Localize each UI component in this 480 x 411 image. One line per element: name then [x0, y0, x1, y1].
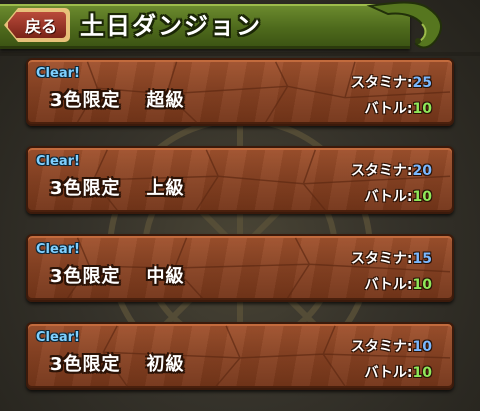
dungeon-item-advanced[interactable]: Clear! 3色限定 上級 スタミナ:20 バトル:10	[26, 146, 454, 214]
header-banner: 戻る 土日ダンジョン	[0, 0, 480, 52]
dungeon-item-super[interactable]: Clear! 3色限定 超級 スタミナ:25 バトル:10	[26, 58, 454, 126]
stamina-cost: スタミナ:25	[350, 75, 432, 91]
dungeon-item-intermediate[interactable]: Clear! 3色限定 中級 スタミナ:15 バトル:10	[26, 234, 454, 302]
clear-badge: Clear!	[36, 330, 80, 345]
back-button[interactable]: 戻る	[6, 10, 68, 40]
clear-badge: Clear!	[36, 242, 80, 257]
battle-value: 10	[412, 277, 432, 293]
dungeon-name: 3色限定 超級	[50, 90, 185, 111]
dungeon-item-beginner[interactable]: Clear! 3色限定 初級 スタミナ:10 バトル:10	[26, 322, 454, 390]
battle-count: バトル:10	[364, 189, 432, 205]
stamina-cost: スタミナ:20	[350, 163, 432, 179]
banner-curl-decoration	[366, 1, 443, 49]
stamina-value: 10	[412, 339, 432, 355]
stamina-cost: スタミナ:15	[350, 251, 432, 267]
stamina-value: 20	[412, 163, 432, 179]
dungeon-difficulty: 上級	[146, 178, 185, 199]
stamina-value: 15	[412, 251, 432, 267]
page-title: 土日ダンジョン	[80, 12, 262, 40]
stamina-cost: スタミナ:10	[350, 339, 432, 355]
dungeon-name: 3色限定 初級	[50, 354, 185, 375]
battle-value: 10	[412, 365, 432, 381]
battle-count: バトル:10	[364, 365, 432, 381]
battle-count: バトル:10	[364, 277, 432, 293]
dungeon-name: 3色限定 上級	[50, 178, 185, 199]
dungeon-difficulty: 初級	[146, 354, 185, 375]
clear-badge: Clear!	[36, 66, 80, 81]
dungeon-name: 3色限定 中級	[50, 266, 185, 287]
battle-value: 10	[412, 101, 432, 117]
dungeon-difficulty: 超級	[146, 90, 185, 111]
battle-count: バトル:10	[364, 101, 432, 117]
stamina-value: 25	[412, 75, 432, 91]
clear-badge: Clear!	[36, 154, 80, 169]
battle-value: 10	[412, 189, 432, 205]
dungeon-difficulty: 中級	[146, 266, 185, 287]
